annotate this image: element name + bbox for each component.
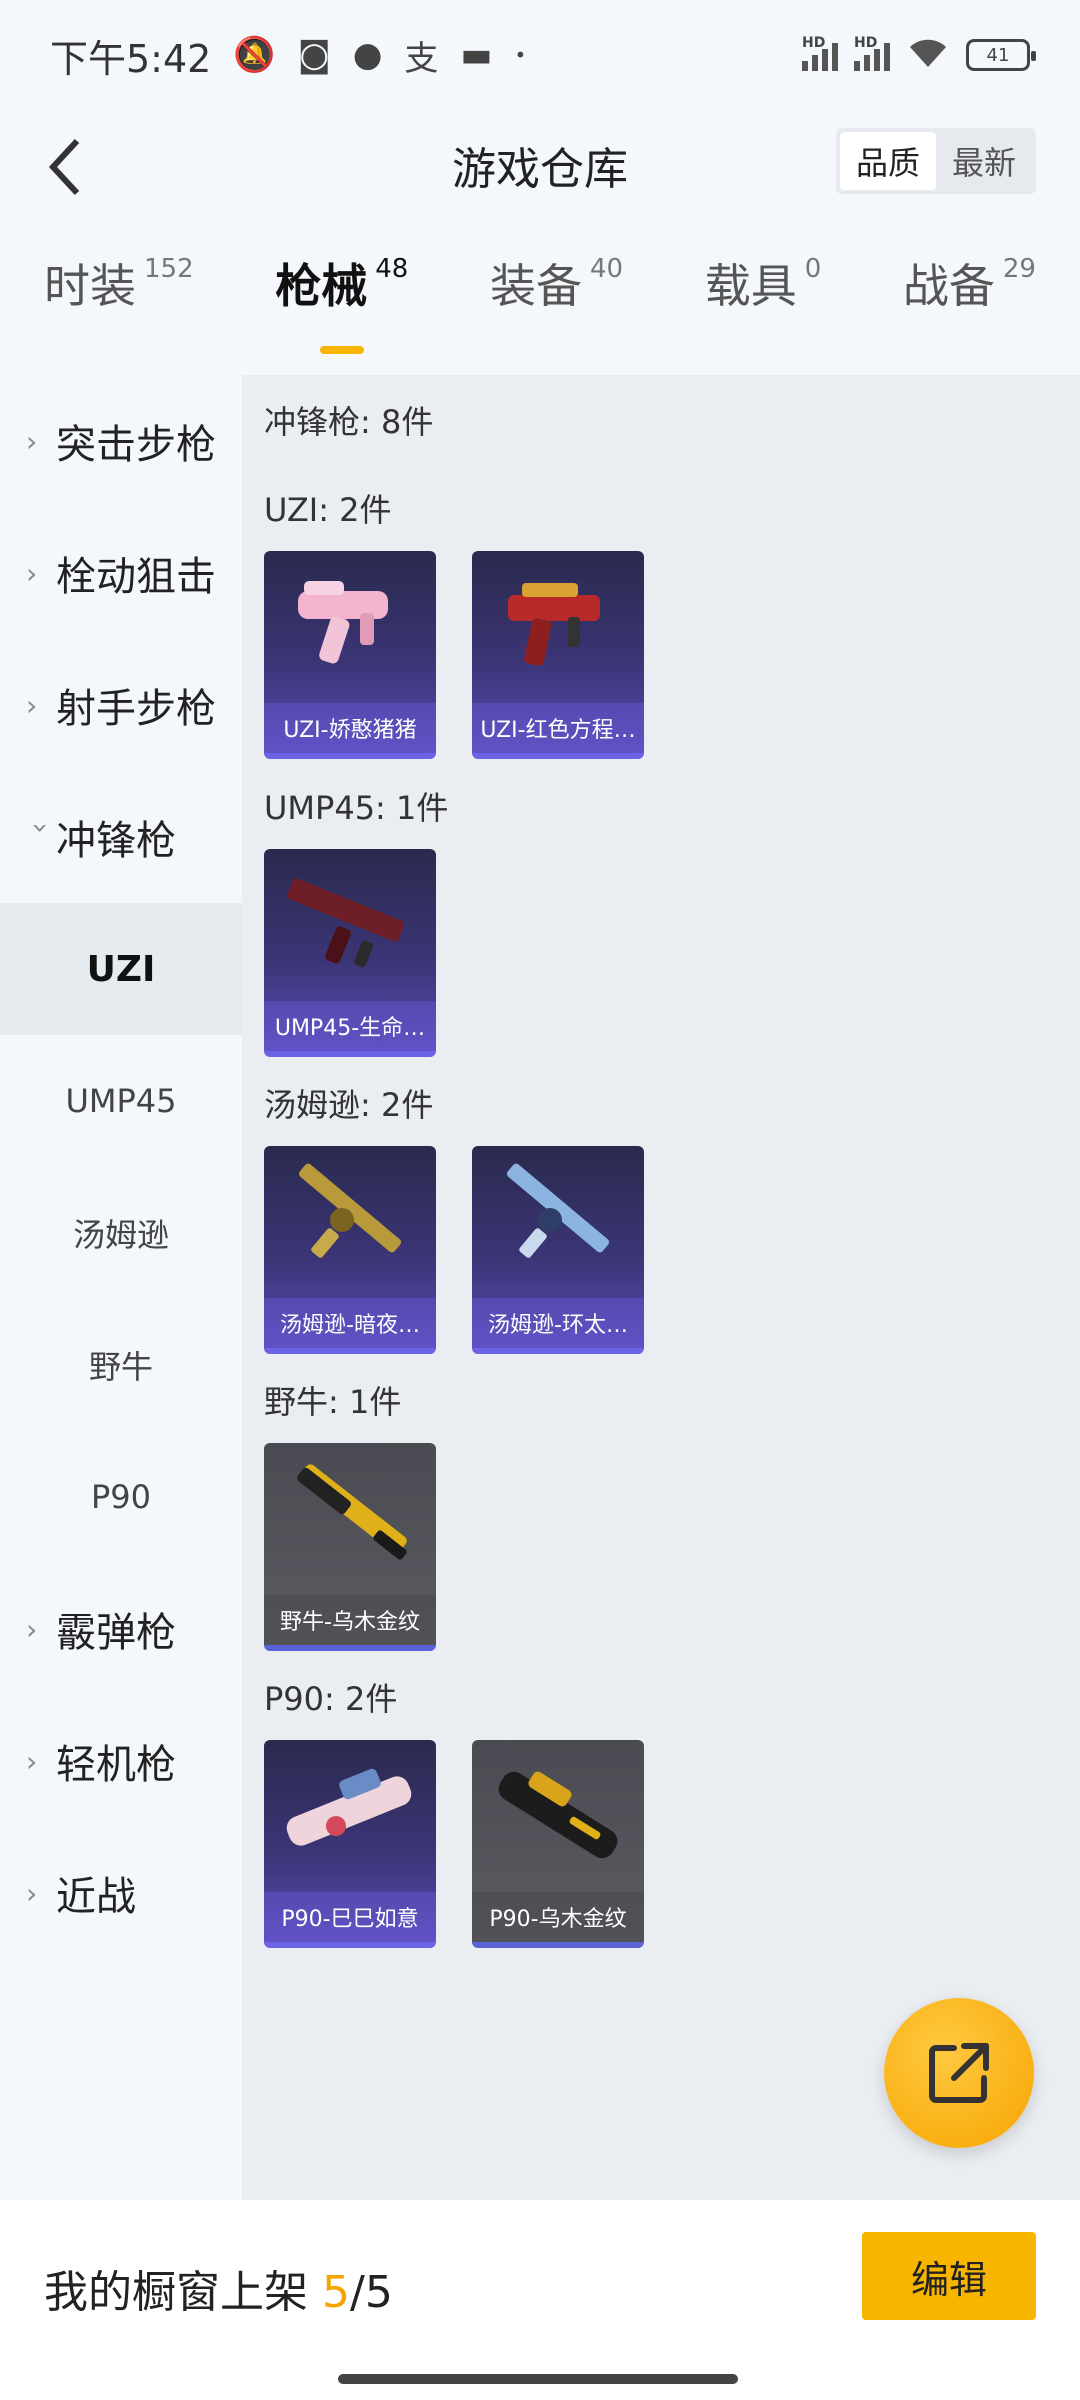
signal-icon-2: HD [854, 35, 890, 71]
group-title-uzi: UZI: 2件 [264, 491, 392, 529]
edit-button[interactable]: 编辑 [862, 2232, 1036, 2320]
sort-toggle: 品质 最新 [835, 128, 1036, 194]
active-tab-indicator [319, 346, 364, 354]
item-name: UZI-娇憨猪猪 [264, 703, 436, 753]
item-card[interactable]: 汤姆逊-暗夜… [264, 1146, 436, 1354]
item-name: UMP45-生命… [264, 1001, 436, 1051]
item-card[interactable]: UZI-红色方程… [472, 551, 644, 759]
home-indicator[interactable] [338, 2374, 738, 2384]
status-time: 下午5:42 [50, 36, 212, 81]
chevron-right-icon: › [26, 688, 38, 722]
gold-bizon-icon [297, 1464, 407, 1560]
chevron-right-icon: › [26, 556, 38, 590]
bell-off-icon: 🔕 [233, 35, 276, 75]
summary-count: 冲锋枪: 8件 [264, 403, 434, 441]
chevron-right-icon: › [26, 1744, 38, 1778]
battery-icon: 41 [966, 39, 1036, 71]
battery-level: 41 [986, 44, 1010, 66]
chevron-right-icon: › [26, 1876, 38, 1910]
item-name: P90-巳巳如意 [264, 1892, 436, 1942]
sidebar-item-assault-rifle[interactable]: › 突击步枪 [0, 375, 242, 507]
group-title-bizon: 野牛: 1件 [264, 1383, 402, 1421]
item-name: UZI-红色方程… [472, 703, 644, 753]
pink-smg-icon [298, 581, 388, 664]
item-card[interactable]: P90-巳巳如意 [264, 1740, 436, 1948]
showcase-label: 我的橱窗上架 [44, 2267, 308, 2318]
sidebar-sub-bizon[interactable]: 野牛 [0, 1299, 242, 1431]
chevron-down-icon: › [24, 822, 58, 834]
pink-p90-icon [286, 1768, 412, 1846]
blue-tommy-gun-icon [506, 1163, 610, 1258]
tab-vehicles[interactable]: 载具 0 [705, 250, 822, 316]
item-name: 野牛-乌木金纹 [264, 1595, 436, 1645]
showcase-total: /5 [350, 2267, 393, 2318]
group-title-p90: P90: 2件 [264, 1680, 398, 1718]
item-card[interactable]: 野牛-乌木金纹 [264, 1443, 436, 1651]
item-name: 汤姆逊-暗夜… [264, 1298, 436, 1348]
item-card[interactable]: 汤姆逊-环太… [472, 1146, 644, 1354]
item-grid: 冲锋枪: 8件 UZI: 2件 UZI-娇憨猪猪 UZI-红色方程… UMP45… [242, 375, 1080, 2200]
item-card[interactable]: P90-乌木金纹 [472, 1740, 644, 1948]
red-smg-icon [508, 583, 600, 666]
sidebar-sub-p90[interactable]: P90 [0, 1431, 242, 1563]
group-title-ump45: UMP45: 1件 [264, 789, 449, 827]
sidebar: › 突击步枪 › 栓动狙击 › 射手步枪 › 冲锋枪 UZI UMP45 汤姆逊… [0, 375, 242, 2200]
black-gold-p90-icon [498, 1771, 618, 1859]
sidebar-sub-uzi[interactable]: UZI [0, 903, 242, 1035]
status-bar: 下午5:42 🔕 ◙ ● 支 ▬ • HD HD 41 [0, 0, 1080, 110]
chevron-right-icon: › [26, 424, 38, 458]
sidebar-item-bolt-sniper[interactable]: › 栓动狙击 [0, 507, 242, 639]
gold-tommy-gun-icon [298, 1163, 402, 1258]
chevron-left-icon [48, 138, 80, 196]
sidebar-sub-ump45[interactable]: UMP45 [0, 1035, 242, 1167]
alipay-icon: 支 [404, 38, 439, 79]
share-out-icon [929, 2043, 989, 2103]
item-card[interactable]: UMP45-生命… [264, 849, 436, 1057]
tab-guns[interactable]: 枪械 48 [275, 250, 408, 354]
wifi-icon [906, 35, 950, 76]
sidebar-item-smg[interactable]: › 冲锋枪 [0, 771, 242, 903]
message-icon: ▬ [460, 35, 493, 75]
group-title-thompson: 汤姆逊: 2件 [264, 1086, 434, 1124]
tab-fashion[interactable]: 时装 152 [44, 250, 194, 316]
showcase-status: 我的橱窗上架 5/5 [44, 2256, 393, 2320]
sort-quality-button[interactable]: 品质 [839, 132, 936, 190]
item-name: P90-乌木金纹 [472, 1892, 644, 1942]
sidebar-item-melee[interactable]: › 近战 [0, 1827, 242, 1959]
status-right: HD HD 41 [802, 35, 1036, 76]
sidebar-item-marksman-rifle[interactable]: › 射手步枪 [0, 639, 242, 771]
nfc-icon: ◙ [297, 35, 331, 75]
signal-icon: HD [802, 35, 838, 71]
item-name: 汤姆逊-环太… [472, 1298, 644, 1348]
sidebar-sub-thompson[interactable]: 汤姆逊 [0, 1167, 242, 1299]
sort-newest-button[interactable]: 最新 [936, 132, 1032, 190]
sidebar-item-lmg[interactable]: › 轻机枪 [0, 1695, 242, 1827]
dark-red-smg-icon [287, 878, 405, 968]
back-button[interactable] [30, 132, 100, 202]
page-title: 游戏仓库 [452, 144, 628, 195]
dot-icon: • [514, 43, 527, 67]
category-tabs: 时装 152 枪械 48 装备 40 载具 0 战备 29 [0, 250, 1080, 360]
tab-supplies[interactable]: 战备 29 [903, 250, 1036, 316]
chevron-right-icon: › [26, 1612, 38, 1646]
header: 游戏仓库 品质 最新 [0, 110, 1080, 220]
status-left: 下午5:42 🔕 ◙ ● 支 ▬ • [50, 28, 526, 83]
sidebar-item-shotgun[interactable]: › 霰弹枪 [0, 1563, 242, 1695]
qq-icon: ● [352, 35, 383, 75]
bottom-bar: 我的橱窗上架 5/5 编辑 [0, 2200, 1080, 2400]
showcase-current: 5 [322, 2267, 350, 2318]
item-card[interactable]: UZI-娇憨猪猪 [264, 551, 436, 759]
tab-equipment[interactable]: 装备 40 [490, 250, 623, 316]
share-button[interactable] [884, 1998, 1034, 2148]
